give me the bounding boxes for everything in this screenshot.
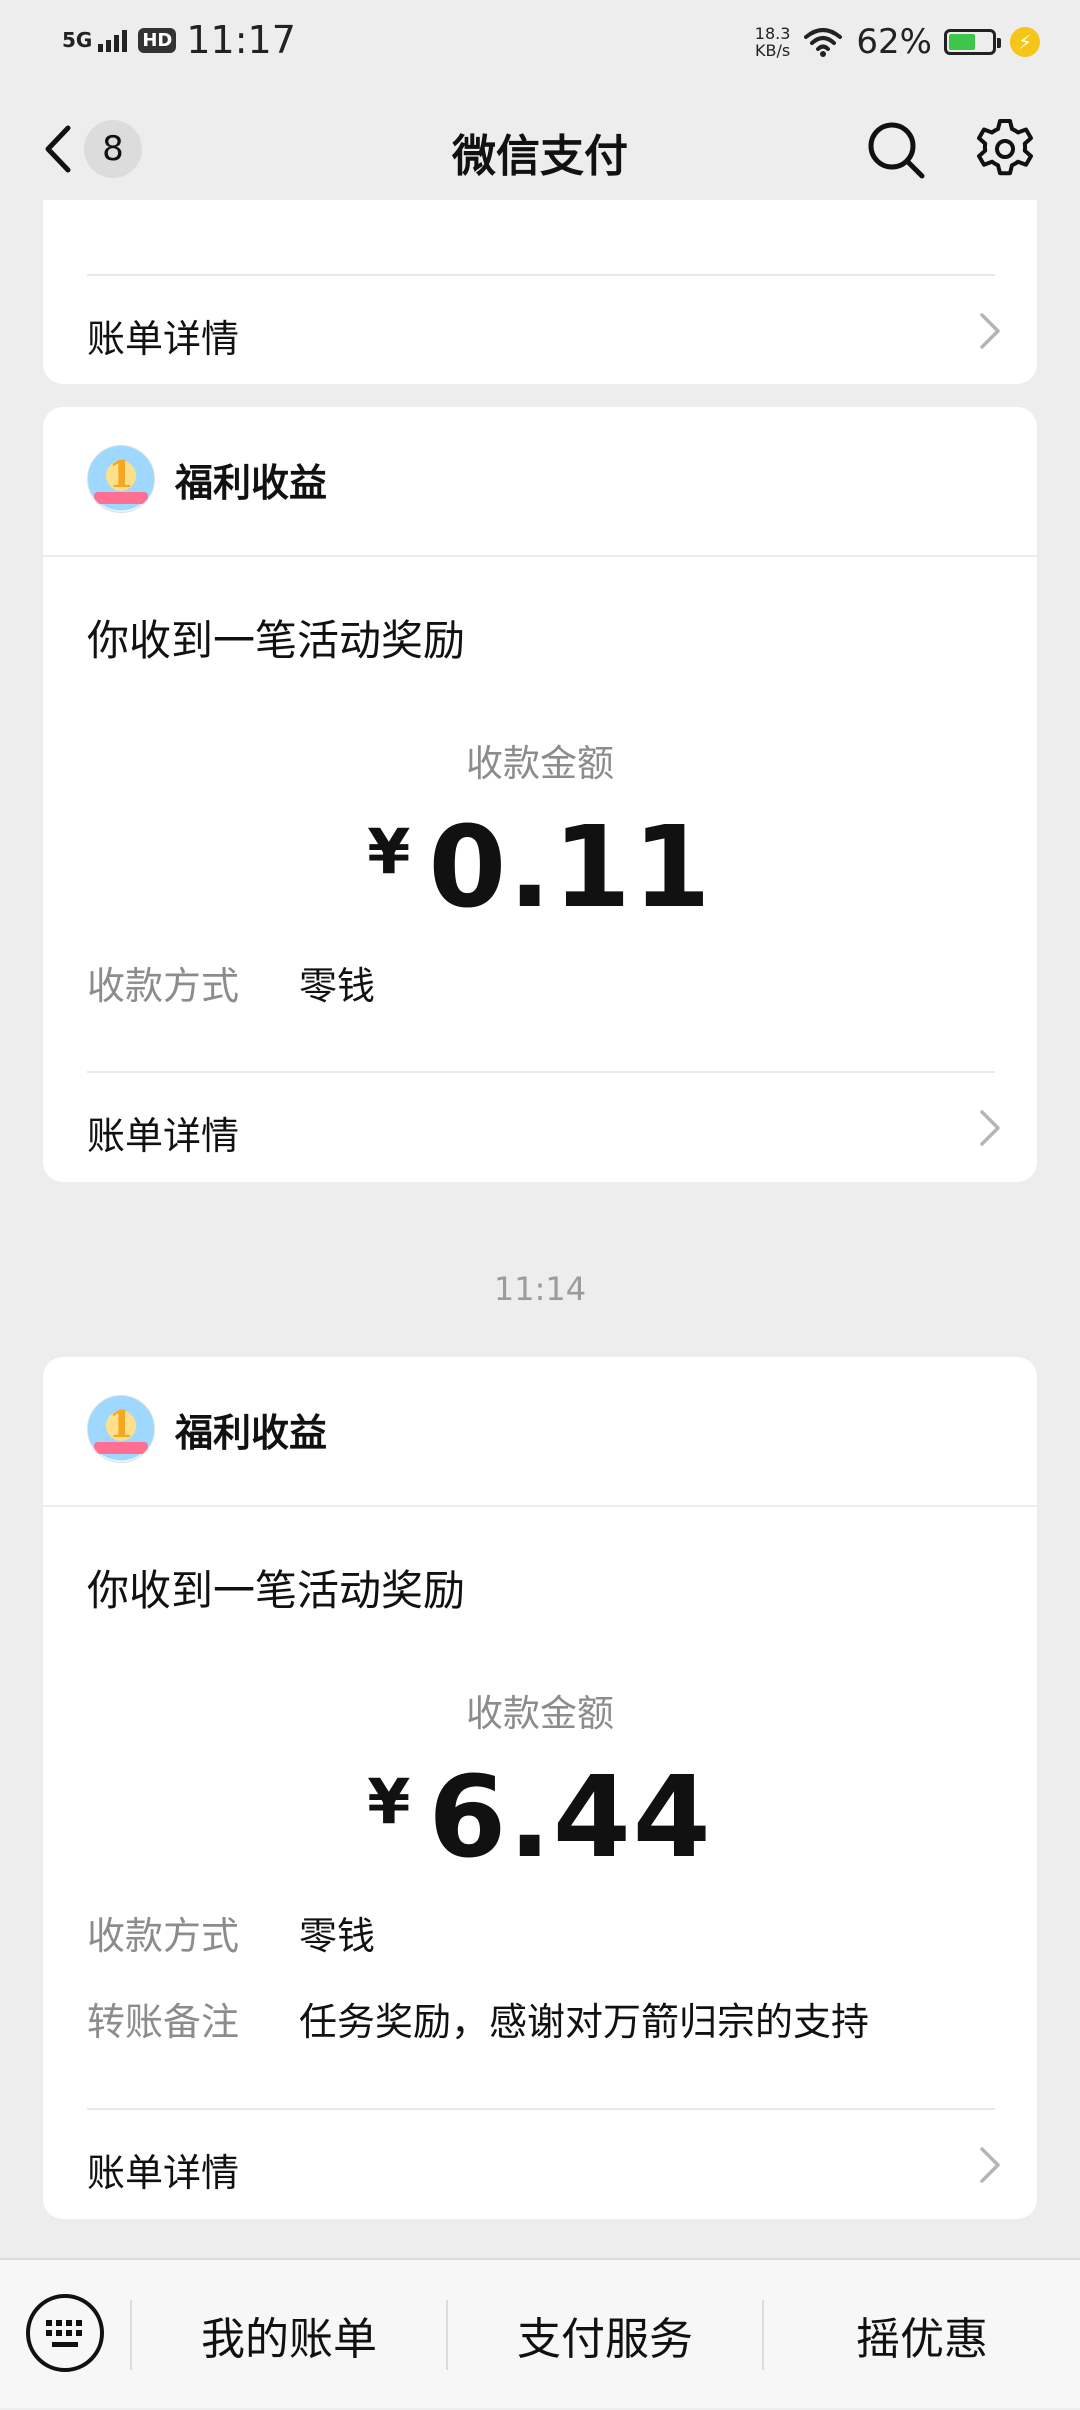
payment-method-label: 收款方式 — [87, 1914, 240, 1958]
bill-detail-label: 账单详情 — [87, 2151, 240, 2195]
merchant-name: 福利收益 — [175, 460, 328, 505]
status-right: 18.3 KB/s 62% ⚡ — [755, 22, 1040, 62]
payment-card-partial: 账单详情 — [43, 200, 1037, 384]
card-headline: 你收到一笔活动奖励 — [87, 1566, 466, 1615]
merchant-name: 福利收益 — [175, 1410, 328, 1455]
transfer-note-label: 转账备注 — [87, 2000, 240, 2044]
card-headline: 你收到一笔活动奖励 — [87, 616, 466, 665]
amount-label: 收款金额 — [466, 742, 614, 785]
keyboard-icon[interactable] — [24, 2292, 106, 2374]
bill-detail-row[interactable]: 账单详情 — [43, 276, 1037, 384]
payment-method-value: 零钱 — [299, 964, 376, 1008]
currency-symbol: ¥ — [367, 1765, 411, 1838]
payment-card: 1 福利收益 你收到一笔活动奖励 收款金额 ¥6.44 收款方式 零钱 转账备注… — [43, 1357, 1037, 2219]
bill-detail-row[interactable]: 账单详情 — [43, 2110, 1037, 2219]
battery-cap — [997, 38, 1001, 48]
merchant-header[interactable]: 1 福利收益 — [87, 445, 327, 513]
status-left: 5G HD 11:17 — [62, 18, 296, 62]
merchant-logo: 1 — [87, 1395, 155, 1463]
merchant-header[interactable]: 1 福利收益 — [87, 1395, 327, 1463]
charging-icon: ⚡ — [1010, 27, 1040, 57]
battery-level — [949, 34, 975, 50]
amount: ¥0.11 — [43, 803, 1037, 933]
back-button[interactable] — [38, 122, 78, 176]
battery-percent: 62% — [856, 22, 932, 62]
clock: 11:17 — [186, 18, 296, 62]
wifi-icon — [804, 28, 843, 57]
unread-count-badge: 8 — [84, 120, 142, 178]
speed-value: 18.3 — [754, 24, 791, 43]
payment-method-row: 收款方式 零钱 — [87, 955, 375, 1010]
hd-badge: HD — [138, 27, 177, 53]
chevron-right-icon — [980, 2147, 1000, 2183]
signal-icon — [98, 30, 128, 52]
amount: ¥6.44 — [43, 1753, 1037, 1883]
menu-payment-services[interactable]: 支付服务 — [448, 2260, 762, 2410]
chevron-right-icon — [980, 313, 1000, 349]
logo-glyph: 1 — [108, 1404, 134, 1446]
divider — [43, 1505, 1037, 1507]
payment-method-row: 收款方式 零钱 — [87, 1905, 375, 1960]
transfer-note-row: 转账备注 任务奖励，感谢对万箭归宗的支持 — [87, 1991, 869, 2046]
amount-value: 0.11 — [428, 803, 713, 933]
battery-icon — [944, 29, 1001, 55]
transfer-note-value: 任务奖励，感谢对万箭归宗的支持 — [299, 2000, 870, 2044]
payment-method-value: 零钱 — [299, 1914, 376, 1958]
chevron-right-icon — [980, 1110, 1000, 1146]
menu-my-bills[interactable]: 我的账单 — [132, 2260, 446, 2410]
logo-strip — [94, 1442, 148, 1454]
gear-icon[interactable] — [974, 118, 1036, 180]
speed-unit: KB/s — [755, 41, 791, 60]
divider — [43, 555, 1037, 557]
amount-value: 6.44 — [428, 1753, 713, 1883]
network-type: 5G — [62, 28, 93, 52]
logo-strip — [94, 492, 148, 504]
bottom-menu: 我的账单 支付服务 摇优惠 — [0, 2258, 1080, 2408]
search-icon[interactable] — [866, 120, 926, 180]
merchant-logo: 1 — [87, 445, 155, 513]
message-timestamp: 11:14 — [493, 1270, 587, 1308]
bill-detail-label: 账单详情 — [87, 317, 240, 361]
currency-symbol: ¥ — [367, 815, 411, 888]
amount-label: 收款金额 — [466, 1692, 614, 1735]
nav-bar: 8 微信支付 — [0, 84, 1080, 214]
bill-detail-label: 账单详情 — [87, 1114, 240, 1158]
payment-method-label: 收款方式 — [87, 964, 240, 1008]
bill-detail-row[interactable]: 账单详情 — [43, 1073, 1037, 1182]
menu-shake-offers[interactable]: 摇优惠 — [764, 2260, 1080, 2410]
logo-glyph: 1 — [108, 454, 134, 496]
network-speed: 18.3 KB/s — [755, 25, 791, 59]
payment-card: 1 福利收益 你收到一笔活动奖励 收款金额 ¥0.11 收款方式 零钱 账单详情 — [43, 407, 1037, 1182]
status-bar: 5G HD 11:17 18.3 KB/s 62% ⚡ — [0, 0, 1080, 84]
